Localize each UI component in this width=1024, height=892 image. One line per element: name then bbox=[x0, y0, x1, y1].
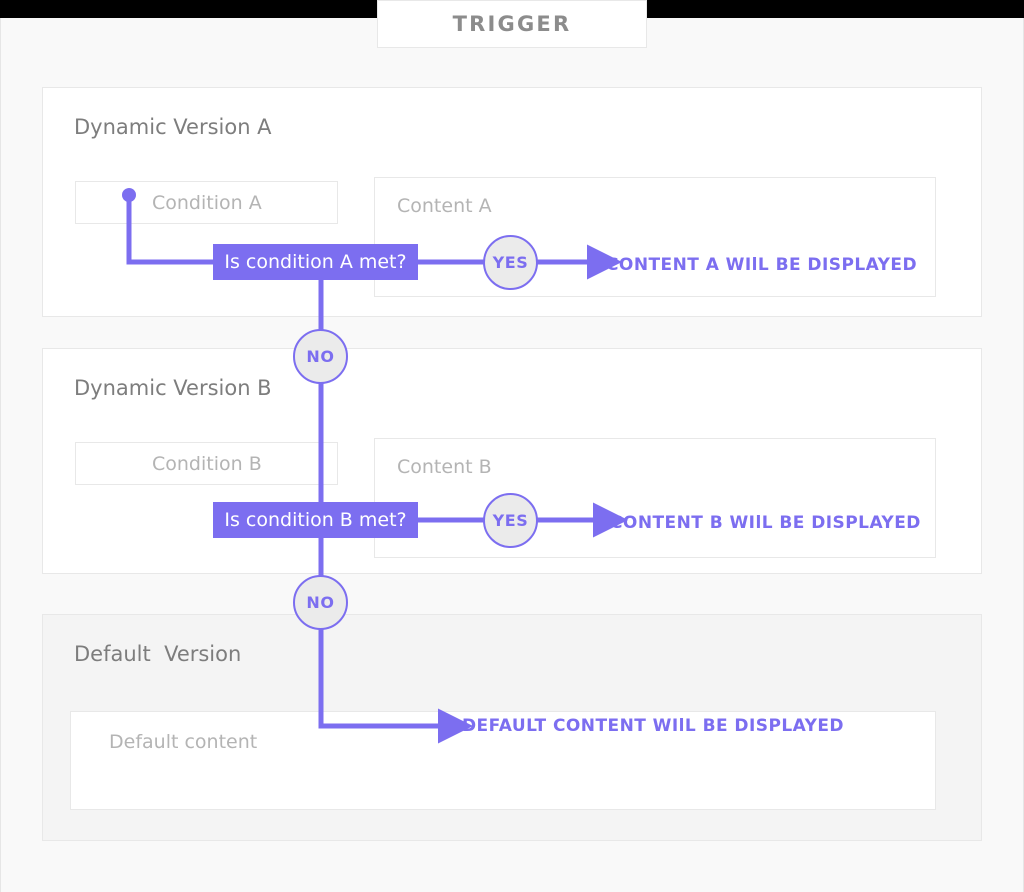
decision-pill-a-label: Is condition A met? bbox=[224, 251, 407, 273]
content-b-placeholder: Content B bbox=[397, 456, 492, 478]
section-title-version-b: Dynamic Version B bbox=[74, 376, 272, 400]
section-title-version-a: Dynamic Version A bbox=[74, 115, 272, 139]
content-a-field[interactable]: Content A bbox=[374, 177, 936, 297]
no-node-after-version-a[interactable]: NO bbox=[293, 329, 348, 384]
yes-node-version-a[interactable]: YES bbox=[483, 235, 538, 290]
content-b-field[interactable]: Content B bbox=[374, 438, 936, 558]
trigger-label: TRIGGER bbox=[452, 12, 572, 36]
default-content-placeholder: Default content bbox=[109, 731, 258, 753]
decision-pill-condition-a[interactable]: Is condition A met? bbox=[213, 244, 418, 280]
section-title-default-version: Default Version bbox=[74, 642, 242, 666]
trigger-box[interactable]: TRIGGER bbox=[377, 0, 647, 48]
result-text-default-version: DEFAULT CONTENT WIlL BE DISPLAYED bbox=[462, 716, 844, 736]
result-text-version-b: CONTENT B WIlL BE DISPLAYED bbox=[610, 513, 921, 533]
condition-b-placeholder: Condition B bbox=[152, 453, 262, 475]
content-a-placeholder: Content A bbox=[397, 195, 492, 217]
condition-a-field[interactable]: Condition A bbox=[75, 181, 338, 224]
condition-a-placeholder: Condition A bbox=[152, 192, 262, 214]
no-node-1-label: NO bbox=[306, 347, 335, 366]
no-node-2-label: NO bbox=[306, 593, 335, 612]
decision-pill-b-label: Is condition B met? bbox=[224, 509, 407, 531]
yes-node-b-label: YES bbox=[492, 511, 529, 530]
decision-pill-condition-b[interactable]: Is condition B met? bbox=[213, 502, 418, 538]
result-text-version-a: CONTENT A WIlL BE DISPLAYED bbox=[606, 255, 918, 275]
no-node-after-version-b[interactable]: NO bbox=[293, 575, 348, 630]
yes-node-version-b[interactable]: YES bbox=[483, 493, 538, 548]
condition-b-field[interactable]: Condition B bbox=[75, 442, 338, 485]
yes-node-a-label: YES bbox=[492, 253, 529, 272]
